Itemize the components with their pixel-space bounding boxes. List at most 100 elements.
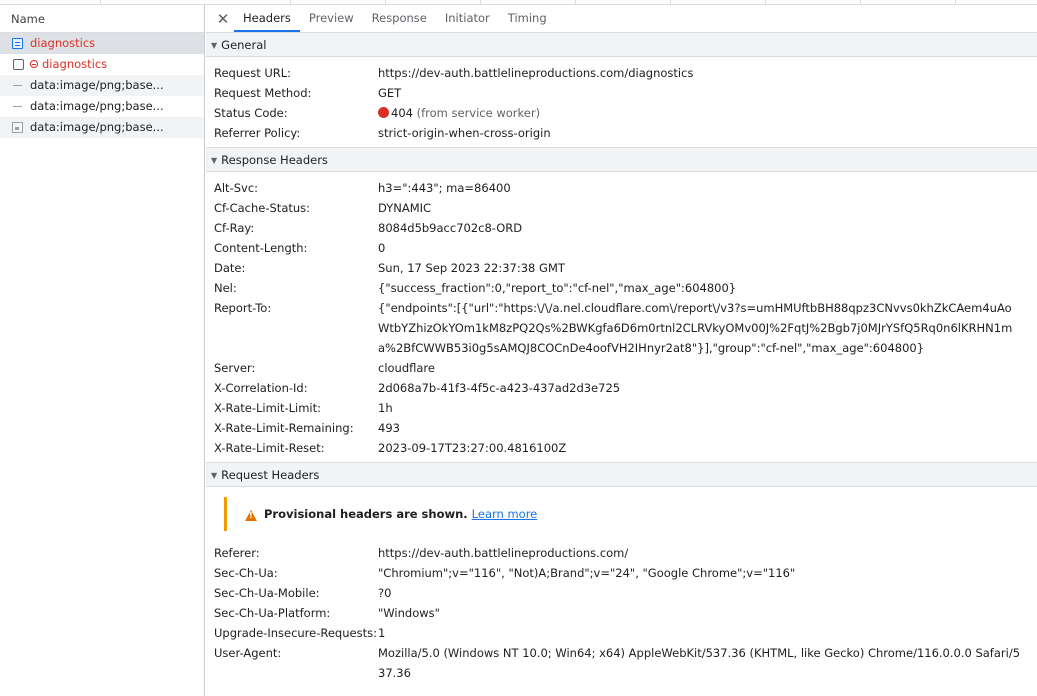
request-url-value: https://dev-auth.battlelineproductions.c… — [378, 66, 694, 80]
name-column-header[interactable]: Name — [0, 5, 204, 33]
header-key: Alt-Svc: — [214, 181, 259, 195]
header-key: X-Rate-Limit-Limit: — [214, 401, 322, 415]
request-name: diagnostics — [30, 36, 96, 50]
header-key: Nel: — [214, 281, 237, 295]
header-value: h3=":443"; ma=86400 — [378, 181, 511, 195]
request-row-diagnostics-document[interactable]: diagnostics — [0, 33, 204, 54]
header-row: X-Rate-Limit-Remaining: 493 — [206, 418, 1037, 438]
warning-icon — [245, 509, 257, 521]
header-value: 2023-09-17T23:27:00.4816100Z — [378, 441, 567, 455]
error-circle-icon — [30, 60, 38, 68]
header-row: X-Rate-Limit-Reset: 2023-09-17T23:27:00.4… — [206, 438, 1037, 458]
header-row: Cf-Cache-Status: DYNAMIC — [206, 198, 1037, 218]
header-value: DYNAMIC — [378, 201, 432, 215]
tab-timing[interactable]: Timing — [499, 5, 556, 32]
image-icon — [12, 122, 23, 133]
header-row: Sec-Ch-Ua-Mobile: ?0 — [206, 583, 1037, 603]
close-icon[interactable]: ✕ — [212, 5, 234, 32]
triangle-down-icon: ▼ — [211, 41, 218, 50]
header-key: X-Rate-Limit-Reset: — [214, 441, 325, 455]
header-key: Referer: — [214, 546, 260, 560]
header-key: User-Agent: — [214, 646, 282, 660]
response-headers-section-header[interactable]: ▼ Response Headers — [206, 148, 1037, 172]
header-value: Mozilla/5.0 (Windows NT 10.0; Win64; x64… — [378, 646, 1021, 680]
request-name: data:image/png;base... — [30, 99, 164, 113]
checkbox-icon[interactable] — [13, 59, 24, 70]
header-value: https://dev-auth.battlelineproductions.c… — [378, 546, 629, 560]
request-row-diagnostics-error[interactable]: diagnostics — [0, 54, 204, 75]
status-note: (from service worker) — [416, 106, 541, 120]
header-value: 0 — [378, 241, 386, 255]
header-row: Alt-Svc: h3=":443"; ma=86400 — [206, 178, 1037, 198]
header-row: Server: cloudflare — [206, 358, 1037, 378]
header-row: Content-Length: 0 — [206, 238, 1037, 258]
status-code: 404 — [391, 106, 413, 120]
details-tab-bar: ✕ Headers Preview Response Initiator Tim… — [206, 5, 1037, 33]
header-key: Request Method: — [214, 86, 312, 100]
header-key: Referrer Policy: — [214, 126, 301, 140]
header-row: Request URL: https://dev-auth.battleline… — [206, 63, 1037, 83]
header-key: Cf-Cache-Status: — [214, 201, 311, 215]
header-key: Request URL: — [214, 66, 292, 80]
request-name: data:image/png;base... — [30, 78, 164, 92]
header-value: 1 — [378, 626, 386, 640]
header-row: Date: Sun, 17 Sep 2023 22:37:38 GMT — [206, 258, 1037, 278]
header-key: Sec-Ch-Ua: — [214, 566, 278, 580]
status-code-value: 404 (from service worker) — [378, 103, 1037, 123]
header-value: {"endpoints":[{"url":"https:\/\/a.nel.cl… — [378, 301, 1013, 355]
tab-response[interactable]: Response — [363, 5, 436, 32]
request-name: diagnostics — [42, 57, 108, 71]
response-headers-section: Alt-Svc: h3=":443"; ma=86400 Cf-Cache-Sta… — [206, 172, 1037, 463]
request-row-data-image-3[interactable]: data:image/png;base... — [0, 117, 204, 138]
header-row: Request Method: GET — [206, 83, 1037, 103]
tab-headers[interactable]: Headers — [234, 5, 300, 32]
header-row: Status Code: 404 (from service worker) — [206, 103, 1037, 123]
header-value: Sun, 17 Sep 2023 22:37:38 GMT — [378, 261, 565, 275]
header-value: {"success_fraction":0,"report_to":"cf-ne… — [378, 281, 737, 295]
header-value: cloudflare — [378, 361, 435, 375]
learn-more-link[interactable]: Learn more — [472, 507, 538, 521]
header-key: Content-Length: — [214, 241, 308, 255]
header-row: Cf-Ray: 8084d5b9acc702c8-ORD — [206, 218, 1037, 238]
provisional-headers-warning: Provisional headers are shown. Learn mor… — [224, 497, 1019, 531]
request-row-data-image-1[interactable]: data:image/png;base... — [0, 75, 204, 96]
header-key: Upgrade-Insecure-Requests: — [214, 626, 377, 640]
header-row: Report-To: {"endpoints":[{"url":"https:\/… — [206, 298, 1037, 358]
header-value: ?0 — [378, 586, 392, 600]
header-key: Report-To: — [214, 301, 272, 315]
header-key: X-Rate-Limit-Remaining: — [214, 421, 354, 435]
header-key: Sec-Ch-Ua-Platform: — [214, 606, 331, 620]
general-section-header[interactable]: ▼ General — [206, 33, 1037, 57]
header-key: X-Correlation-Id: — [214, 381, 308, 395]
triangle-down-icon: ▼ — [211, 156, 218, 165]
header-value: 1h — [378, 401, 393, 415]
header-row: Sec-Ch-Ua-Platform: "Windows" — [206, 603, 1037, 623]
document-icon — [12, 38, 23, 49]
header-row: X-Rate-Limit-Limit: 1h — [206, 398, 1037, 418]
section-title: General — [221, 38, 267, 52]
header-row: Referer: https://dev-auth.battlelineprodu… — [206, 543, 1037, 563]
tab-preview[interactable]: Preview — [300, 5, 363, 32]
dash-icon — [13, 106, 22, 107]
header-key: Status Code: — [214, 106, 288, 120]
request-row-data-image-2[interactable]: data:image/png;base... — [0, 96, 204, 117]
request-details-panel: ✕ Headers Preview Response Initiator Tim… — [206, 5, 1037, 696]
request-name: data:image/png;base... — [30, 120, 164, 134]
section-title: Request Headers — [221, 468, 320, 482]
general-section: Request URL: https://dev-auth.battleline… — [206, 57, 1037, 148]
header-row: Upgrade-Insecure-Requests: 1 — [206, 623, 1037, 643]
request-method-value: GET — [378, 86, 402, 100]
header-row: Sec-Ch-Ua: "Chromium";v="116", "Not)A;Bra… — [206, 563, 1037, 583]
header-value: 2d068a7b-41f3-4f5c-a423-437ad2d3e725 — [378, 381, 621, 395]
header-value: "Chromium";v="116", "Not)A;Brand";v="24"… — [378, 566, 796, 580]
header-key: Sec-Ch-Ua-Mobile: — [214, 586, 320, 600]
header-value: 8084d5b9acc702c8-ORD — [378, 221, 523, 235]
tab-initiator[interactable]: Initiator — [436, 5, 499, 32]
header-key: Date: — [214, 261, 246, 275]
status-error-dot-icon — [378, 107, 389, 118]
request-headers-section: Provisional headers are shown. Learn mor… — [206, 497, 1037, 687]
header-key: Cf-Ray: — [214, 221, 255, 235]
request-headers-section-header[interactable]: ▼ Request Headers — [206, 463, 1037, 487]
header-key: Server: — [214, 361, 256, 375]
referrer-policy-value: strict-origin-when-cross-origin — [378, 126, 551, 140]
